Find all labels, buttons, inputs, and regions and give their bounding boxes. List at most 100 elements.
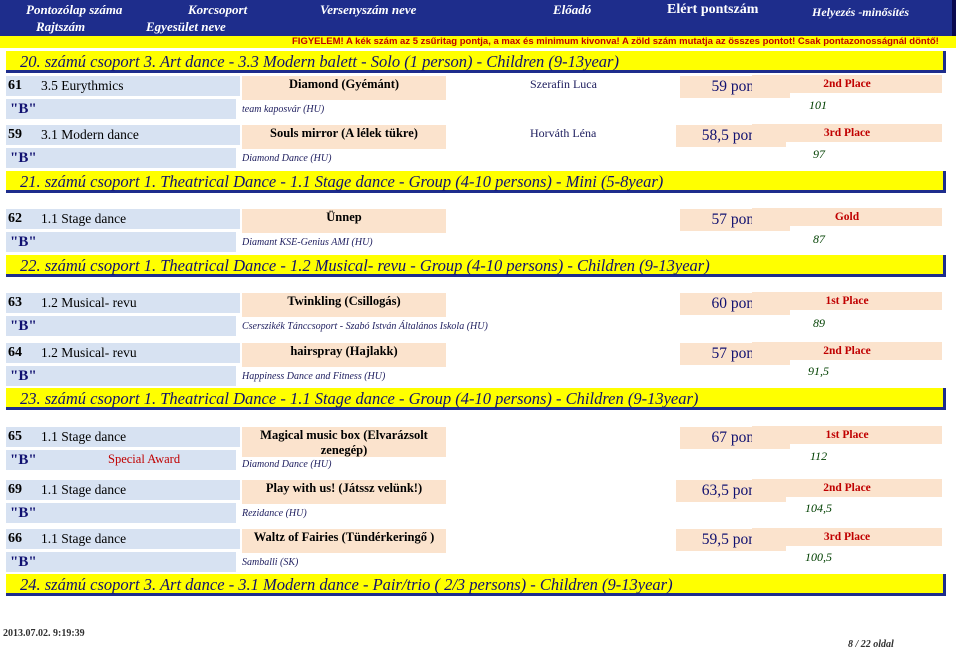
b-rating: "B" [10,101,37,117]
header-sheet-number: Pontozólap száma [26,2,123,17]
entry-row: 59 3.1 Modern dance Souls mirror (A léle… [0,124,956,168]
group-bar-20: 20. számú csoport 3. Art dance - 3.3 Mod… [6,51,946,73]
entry-placement: 3rd Place [752,124,942,142]
title-box: hairspray (Hajlakk) [242,343,446,367]
title-box: Twinkling (Csillogás) [242,293,446,317]
entry-number: 59 [8,127,22,142]
b-rating: "B" [10,368,37,384]
header-age-group: Korcsoport [188,2,248,17]
b-rating-box: "B" [6,366,236,386]
entry-total-points: 91,5 [808,364,829,378]
entry-title: Waltz of Fairies (Tündérkeringő ) [253,530,435,544]
group-title: 20. számú csoport 3. Art dance - 3.3 Mod… [20,52,619,71]
b-rating-box: "B" [6,552,236,572]
header-club-name: Egyesület neve [146,19,226,34]
entry-number: 62 [8,211,22,226]
entry-row: 65 1.1 Stage dance Magical music box (El… [0,426,956,472]
title-box: Magical music box (Elvarázsolt zenegép) [242,427,446,457]
entry-performer: Szerafin Luca [530,77,597,91]
entry-category: 1.1 Stage dance [41,429,127,444]
b-rating: "B" [10,234,37,250]
group-bar-24: 24. számú csoport 3. Art dance - 3.1 Mod… [6,574,946,596]
group-bar-22: 22. számú csoport 1. Theatrical Dance - … [6,255,946,277]
entry-category: 3.5 Eurythmics [41,78,124,93]
entry-placement: 2nd Place [752,479,942,497]
entry-row: 62 1.1 Stage dance Ünnep 57 pont Gold "B… [0,208,956,252]
title-box: Diamond (Gyémánt) [242,76,446,100]
entry-total-points: 97 [813,147,825,161]
entry-title: Ünnep [326,210,362,224]
group-title: 23. számú csoport 1. Theatrical Dance - … [20,389,699,408]
entry-total-points: 100,5 [805,550,832,564]
group-title: 22. számú csoport 1. Theatrical Dance - … [20,256,710,275]
header-start-number: Rajtszám [36,19,86,34]
title-box: Waltz of Fairies (Tündérkeringő ) [242,529,446,553]
group-title: 24. számú csoport 3. Art dance - 3.1 Mod… [20,575,673,594]
entry-total-points: 101 [809,98,827,112]
page-number: 8 / 22 oldal [848,639,894,650]
entry-number: 63 [8,295,22,310]
b-rating: "B" [10,150,37,166]
group-bar-23: 23. számú csoport 1. Theatrical Dance - … [6,388,946,410]
header-performer: Előadó [553,2,592,17]
title-box: Souls mirror (A lélek tükre) [242,125,446,149]
entry-row: 61 3.5 Eurythmics Diamond (Gyémánt) Szer… [0,75,956,119]
entry-team: Cserszikék Tánccsoport - Szabó István Ál… [242,321,488,332]
entry-number: 65 [8,429,22,444]
entry-placement: 1st Place [752,426,942,444]
entry-title: hairspray (Hajlakk) [290,344,398,358]
entry-title: Twinkling (Csillogás) [287,294,401,308]
entry-row: 63 1.2 Musical- revu Twinkling (Csillogá… [0,292,956,336]
entry-number: 64 [8,345,22,360]
entry-team: Samballi (SK) [242,557,299,568]
b-rating-box: "B" [6,316,236,336]
entry-placement: 2nd Place [752,342,942,360]
entry-category: 1.2 Musical- revu [41,345,137,360]
entry-title: Magical music box (Elvarázsolt zenegép) [260,428,428,457]
entry-number: 69 [8,482,22,497]
notice-bar: FIGYELEM! A kék szám az 5 zsűritag pontj… [0,36,956,48]
entry-team: Happiness Dance and Fitness (HU) [242,371,386,382]
b-rating: "B" [10,505,37,521]
b-rating: "B" [10,554,37,570]
entry-total-points: 112 [810,449,828,463]
entry-row: 66 1.1 Stage dance Waltz of Fairies (Tün… [0,528,956,572]
notice-text: FIGYELEM! A kék szám az 5 zsűritag pontj… [292,36,939,47]
header-score: Elért pontszám [667,2,759,17]
print-timestamp: 2013.07.02. 9:19:39 [3,628,85,639]
b-rating-box: "B" [6,232,236,252]
b-rating-box: "B" [6,99,236,119]
column-header-bar: Pontozólap száma Rajtszám Korcsoport Egy… [0,0,956,36]
title-box: Play with us! (Játssz velünk!) [242,480,446,504]
b-rating: "B" [10,452,37,468]
entry-team: Diamond Dance (HU) [242,459,332,470]
entry-total-points: 87 [813,232,825,246]
entry-title: Play with us! (Játssz velünk!) [265,481,423,495]
entry-team: Rezidance (HU) [242,508,307,519]
entry-team: Diamond Dance (HU) [242,153,332,164]
entry-number: 66 [8,531,22,546]
entry-team: Diamant KSE-Genius AMI (HU) [242,237,373,248]
entry-row: 69 1.1 Stage dance Play with us! (Játssz… [0,479,956,523]
group-bar-21: 21. számú csoport 1. Theatrical Dance - … [6,171,946,193]
b-rating-box: "B" [6,503,236,523]
entry-team: team kaposvár (HU) [242,104,325,115]
entry-number: 61 [8,78,22,93]
entry-placement: 3rd Place [752,528,942,546]
title-box: Ünnep [242,209,446,233]
entry-placement: Gold [752,208,942,226]
b-rating-box: "B" [6,148,236,168]
entry-category: 1.1 Stage dance [41,482,127,497]
entry-row: 64 1.2 Musical- revu hairspray (Hajlakk)… [0,342,956,386]
special-award: Special Award [108,452,181,466]
b-rating: "B" [10,318,37,334]
entry-placement: 2nd Place [752,75,942,93]
entry-category: 1.2 Musical- revu [41,295,137,310]
entry-category: 1.1 Stage dance [41,211,127,226]
entry-total-points: 89 [813,316,825,330]
header-event-name: Versenyszám neve [320,2,417,17]
entry-title: Diamond (Gyémánt) [288,77,400,91]
group-title: 21. számú csoport 1. Theatrical Dance - … [20,172,664,191]
entry-total-points: 104,5 [805,501,832,515]
entry-performer: Horváth Léna [530,126,597,140]
